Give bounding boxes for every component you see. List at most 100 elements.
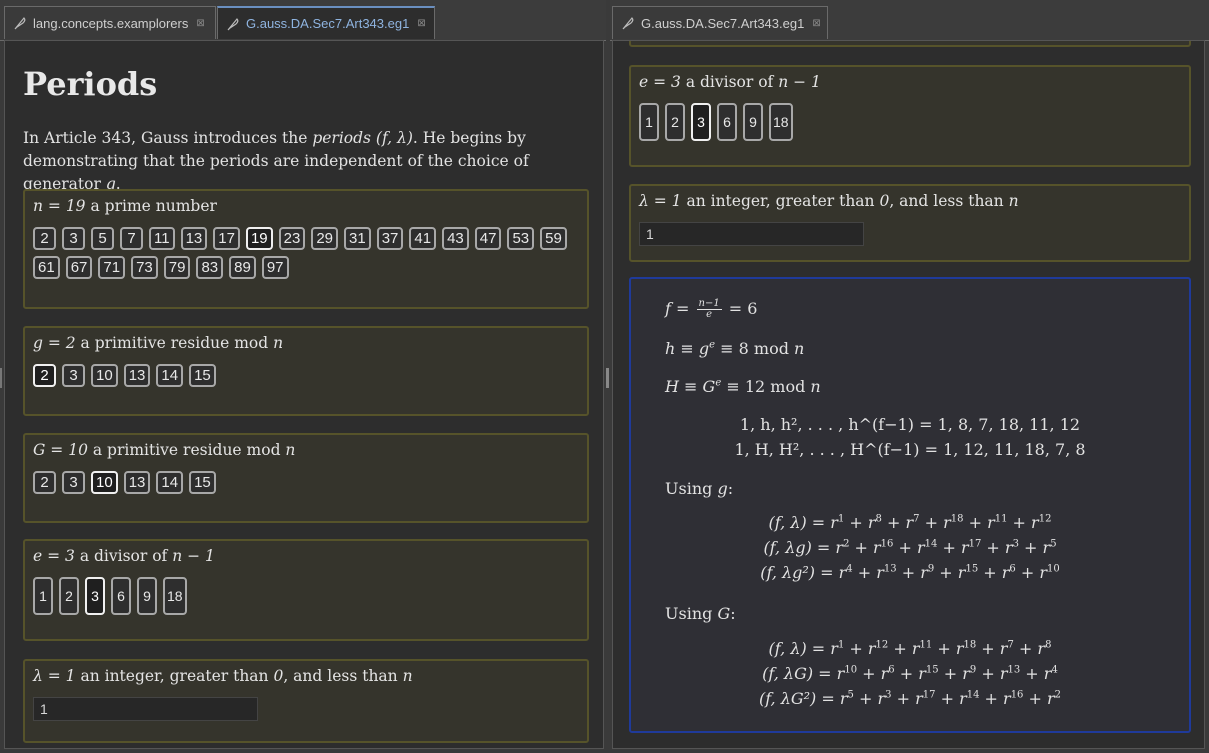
option-chip-97[interactable]: 97 (261, 256, 289, 279)
n-label: n = 19 a prime number (33, 197, 217, 215)
label-text: a prime number (85, 197, 217, 215)
tab-gauss-art343-eg1[interactable]: G.auss.DA.Sec7.Art343.eg1 ⊠ (217, 6, 435, 39)
period-term: r5 + (839, 689, 878, 708)
option-chip-47[interactable]: 47 (474, 227, 502, 250)
close-icon[interactable]: ⊠ (812, 18, 820, 29)
option-chip-53[interactable]: 53 (507, 227, 535, 250)
option-chip-61[interactable]: 61 (33, 256, 60, 279)
tab-lang-concepts-examplorers[interactable]: lang.concepts.examplorers ⊠ (4, 6, 216, 39)
n-options: 2 3 5 7 11 13 17 19 23 29 31 37 41 43 47 53 59 61 67 71 73 79… (33, 227, 581, 279)
option-chip-41[interactable]: 41 (409, 227, 437, 250)
label-text: an integer, greater than (681, 192, 880, 210)
period-term: r12 (1031, 513, 1052, 532)
period-lhs: (f, λg²) = (760, 563, 839, 582)
label-text: , and less than (889, 192, 1009, 210)
h-powers: 1, h, h², . . . , h^(f−1) = 1, 8, 7, 18,… (739, 415, 1081, 434)
G-options: 2 3 10 13 14 15 (33, 471, 581, 494)
option-chip-89[interactable]: 89 (229, 256, 256, 279)
h-lhs: h ≡ g (665, 339, 710, 358)
option-chip-9[interactable]: 9 (743, 103, 763, 141)
option-chip-3[interactable]: 3 (62, 227, 85, 250)
period-term: r10 + (836, 664, 881, 683)
option-chip-71[interactable]: 71 (98, 256, 126, 279)
option-chip-3[interactable]: 3 (62, 471, 85, 494)
option-chip-2[interactable]: 2 (33, 227, 56, 250)
option-chip-10[interactable]: 10 (91, 364, 118, 387)
period-term: r17 + (915, 689, 960, 708)
right-editor-pane: G.auss.DA.Sec7.Art343.eg1 ⊠ e = 3 a divi… (610, 0, 1209, 753)
mod-word: mod (753, 339, 789, 358)
option-chip-3[interactable]: 3 (85, 577, 105, 615)
tab-label: lang.concepts.examplorers (33, 15, 189, 31)
option-chip-5[interactable]: 5 (91, 227, 114, 250)
option-chip-15[interactable]: 15 (189, 471, 216, 494)
lambda-input[interactable]: 1 (639, 222, 864, 246)
close-icon[interactable]: ⊠ (417, 18, 425, 29)
intro-emphasis: periods (312, 129, 371, 147)
option-chip-11[interactable]: 11 (149, 227, 175, 250)
option-chip-43[interactable]: 43 (442, 227, 469, 250)
option-chip-2[interactable]: 2 (59, 577, 79, 615)
periods-result-panel: f = n−1 e = 6 h ≡ ge ≡ 8 mod n H ≡ Ge ≡ 1… (629, 277, 1191, 733)
option-chip-13[interactable]: 13 (180, 227, 208, 250)
option-chip-3[interactable]: 3 (691, 103, 711, 141)
option-chip-67[interactable]: 67 (65, 256, 93, 279)
period-lhs: (f, λg) = (763, 538, 836, 557)
option-chip-83[interactable]: 83 (196, 256, 224, 279)
label-text: , and less than (283, 667, 403, 685)
option-chip-6[interactable]: 6 (717, 103, 737, 141)
left-edge-grip[interactable] (0, 368, 2, 388)
G-label: G = 10 a primitive residue mod n (33, 441, 295, 459)
option-chip-13[interactable]: 13 (123, 364, 151, 387)
lambda-input[interactable]: 1 (33, 697, 258, 721)
period-term: r16 + (873, 538, 917, 557)
period-term: r13 + (999, 664, 1044, 683)
close-icon[interactable]: ⊠ (196, 18, 204, 29)
period-term: r17 + (960, 538, 1005, 557)
option-chip-17[interactable]: 17 (213, 227, 240, 250)
period-lhs: (f, λG²) = (758, 689, 840, 708)
option-chip-79[interactable]: 79 (163, 256, 191, 279)
option-chip-59[interactable]: 59 (540, 227, 567, 250)
option-chip-23[interactable]: 23 (278, 227, 306, 250)
option-chip-9[interactable]: 9 (137, 577, 157, 615)
period-equation: (f, λg²) = r4 + r13 + r9 + r15 + r6 + r1… (631, 563, 1189, 582)
label-text: a divisor of (74, 547, 173, 565)
period-term: r15 + (918, 664, 963, 683)
label-text: a primitive residue mod (75, 334, 274, 352)
intro-paragraph: In Article 343, Gauss introduces the per… (23, 127, 593, 196)
option-chip-13[interactable]: 13 (123, 471, 151, 494)
option-chip-7[interactable]: 7 (120, 227, 143, 250)
option-chip-2[interactable]: 2 (33, 471, 56, 494)
option-chip-6[interactable]: 6 (111, 577, 131, 615)
option-chip-73[interactable]: 73 (131, 256, 158, 279)
option-chip-2[interactable]: 2 (33, 364, 56, 387)
option-chip-2[interactable]: 2 (665, 103, 685, 141)
period-term: r6 + (880, 664, 919, 683)
lambda-label: λ = 1 an integer, greater than 0, and le… (33, 667, 413, 685)
option-chip-1[interactable]: 1 (639, 103, 659, 141)
option-chip-37[interactable]: 37 (376, 227, 404, 250)
option-chip-14[interactable]: 14 (156, 471, 184, 494)
option-chip-1[interactable]: 1 (33, 577, 53, 615)
option-chip-18[interactable]: 18 (163, 577, 187, 615)
period-term: r18 + (955, 639, 1000, 658)
option-chip-15[interactable]: 15 (189, 364, 216, 387)
page-title: Periods (23, 65, 158, 103)
option-chip-3[interactable]: 3 (62, 364, 85, 387)
mod-n: n (805, 377, 821, 396)
option-chip-18[interactable]: 18 (769, 103, 793, 141)
period-lhs: (f, λ) = (768, 513, 831, 532)
label-math: g = 2 (33, 334, 76, 352)
option-chip-19[interactable]: 19 (245, 227, 273, 250)
option-chip-31[interactable]: 31 (344, 227, 371, 250)
option-chip-14[interactable]: 14 (156, 364, 184, 387)
splitter-grip[interactable] (606, 368, 609, 388)
option-chip-10[interactable]: 10 (91, 471, 118, 494)
intro-text: In Article 343, Gauss introduces the (23, 129, 313, 147)
label-math: 0 (273, 667, 284, 685)
period-term: r14 + (959, 689, 1004, 708)
tab-gauss-art343-eg1-right[interactable]: G.auss.DA.Sec7.Art343.eg1 ⊠ (612, 6, 828, 39)
option-chip-29[interactable]: 29 (311, 227, 339, 250)
e-divisor-selector: e = 3 a divisor of n − 1 1 2 3 6 9 18 (23, 539, 589, 641)
